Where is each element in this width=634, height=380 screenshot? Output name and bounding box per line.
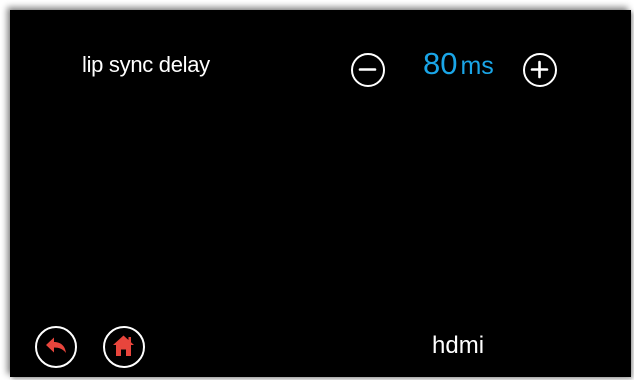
back-arrow-icon [46,337,66,353]
delay-value: 80 ms [423,46,494,82]
minus-icon [358,68,377,71]
delay-unit: ms [460,52,494,80]
increase-button[interactable] [523,53,557,87]
back-button[interactable] [35,326,77,368]
setting-label: lip sync delay [82,52,210,77]
delay-number: 80 [423,46,458,81]
home-icon [113,335,134,356]
home-button[interactable] [103,326,145,368]
input-source-label: hdmi [432,332,485,359]
settings-screen: lip sync delay 80 ms hdmi [10,10,631,377]
plus-icon [530,60,549,79]
decrease-button[interactable] [351,53,385,87]
